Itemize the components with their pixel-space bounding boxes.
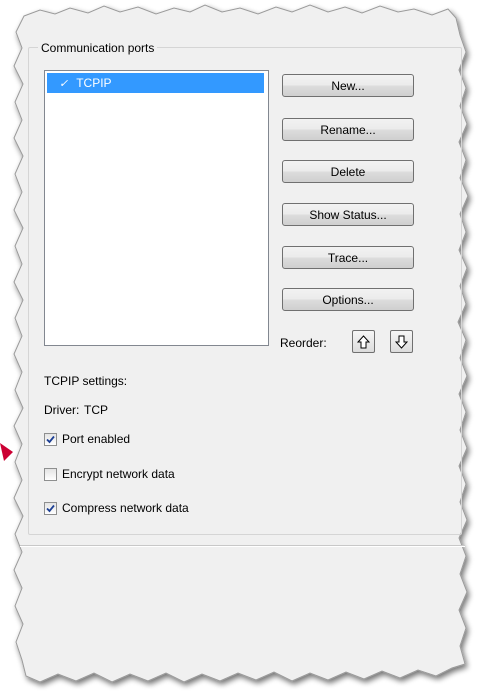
delete-button[interactable]: Delete (282, 160, 414, 183)
settings-heading: TCPIP settings: (44, 374, 128, 388)
port-enabled-label[interactable]: Port enabled (62, 432, 130, 446)
arrow-up-icon (357, 334, 370, 348)
new-button[interactable]: New... (282, 74, 414, 97)
compress-network-data-label[interactable]: Compress network data (62, 501, 189, 515)
check-mark-icon (46, 504, 55, 513)
options-button[interactable]: Options... (282, 288, 414, 311)
group-title: Communication ports (38, 41, 158, 55)
check-mark-icon (46, 435, 55, 444)
arrow-down-icon (395, 335, 408, 349)
port-enabled-checkbox[interactable] (44, 433, 57, 446)
compress-network-data-checkbox[interactable] (44, 502, 57, 515)
trace-button[interactable]: Trace... (282, 246, 414, 269)
move-down-button[interactable] (390, 330, 413, 353)
move-up-button[interactable] (352, 330, 375, 353)
port-label: TCPIP (76, 76, 112, 90)
list-item[interactable]: ✓ TCPIP (47, 73, 264, 93)
encrypt-network-data-label[interactable]: Encrypt network data (62, 467, 175, 481)
ports-dialog: Communication ports ✓ TCPIP New... Renam… (0, 0, 479, 692)
encrypt-network-data-checkbox[interactable] (44, 468, 57, 481)
divider (20, 545, 465, 547)
reorder-label: Reorder: (280, 336, 327, 350)
driver-label: Driver: (44, 403, 80, 417)
ports-listbox[interactable]: ✓ TCPIP (44, 70, 269, 346)
driver-value: TCP (84, 403, 108, 417)
show-status-button[interactable]: Show Status... (282, 203, 414, 226)
rename-button[interactable]: Rename... (282, 118, 414, 141)
check-mark-icon: ✓ (59, 77, 69, 90)
